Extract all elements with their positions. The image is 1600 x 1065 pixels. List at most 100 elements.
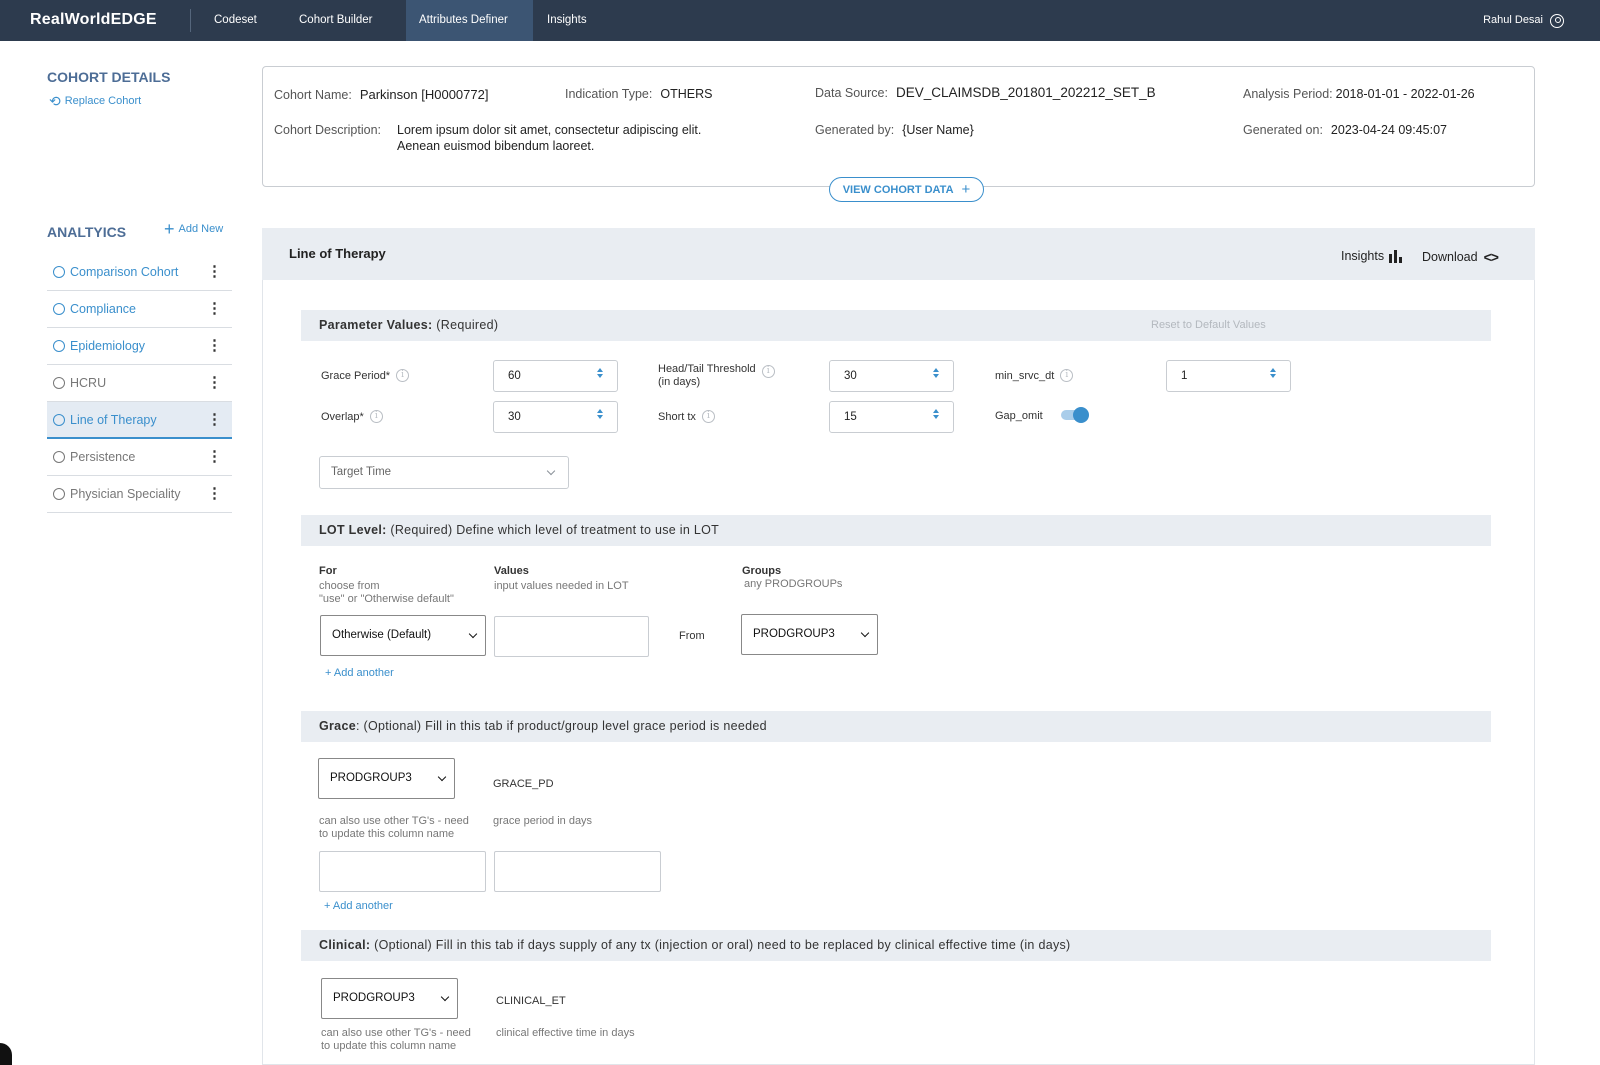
target-time-select[interactable]: Target Time: [319, 456, 569, 489]
for-select[interactable]: Otherwise (Default): [320, 615, 486, 656]
short-tx-label: Short tx i: [658, 410, 715, 423]
plus-icon: +: [164, 219, 175, 239]
data-source-value: DEV_CLAIMSDB_201801_202212_SET_B: [895, 85, 1156, 100]
kebab-menu-icon[interactable]: ⋮: [207, 264, 222, 279]
chevron-down-icon: [860, 628, 870, 638]
clinical-note-line2: to update this column name: [321, 1040, 457, 1052]
top-nav: RealWorldEDGE Codeset Cohort Builder Att…: [0, 0, 1600, 41]
min-srvc-dt-text: min_srvc_dt: [995, 369, 1055, 382]
analytics-title: ANALTYICS: [47, 224, 127, 240]
plus-icon: +: [961, 181, 971, 198]
gap-omit-text: Gap_omit: [995, 410, 1043, 422]
grace-period-input[interactable]: 60: [493, 360, 618, 392]
analytic-item-compliance[interactable]: Compliance ⋮: [47, 291, 232, 328]
toggle-knob[interactable]: [1073, 407, 1089, 423]
parameter-values-required: (Required): [432, 318, 499, 332]
info-icon[interactable]: i: [1060, 369, 1074, 382]
grace-pd-input[interactable]: [494, 851, 661, 892]
kebab-menu-icon[interactable]: ⋮: [207, 301, 222, 316]
data-source: Data Source: DEV_CLAIMSDB_201801_202212_S…: [815, 85, 1156, 100]
analytics-list: Comparison Cohort ⋮ Compliance ⋮ Epidemi…: [47, 254, 232, 513]
short-tx-text: Short tx: [658, 410, 696, 423]
head-tail-threshold-input[interactable]: 30: [829, 360, 954, 392]
head-tail-threshold-value: 30: [844, 370, 857, 382]
clinical-group-select[interactable]: PRODGROUP3: [321, 978, 458, 1019]
analytic-item-epidemiology[interactable]: Epidemiology ⋮: [47, 328, 232, 365]
values-label: Values: [494, 565, 529, 577]
analytic-label: HCRU: [70, 376, 107, 390]
insights-link[interactable]: Insights: [1341, 249, 1403, 263]
view-cohort-data-button[interactable]: VIEW COHORT DATA +: [829, 177, 984, 202]
grace-period-text: Grace Period*: [321, 369, 391, 382]
info-icon[interactable]: i: [761, 364, 775, 378]
analysis-period-label: Analysis Period:: [1243, 87, 1333, 101]
radio-circle-icon[interactable]: [53, 340, 65, 352]
radio-circle-icon[interactable]: [53, 303, 65, 315]
info-icon[interactable]: i: [396, 369, 410, 382]
grace-group-select[interactable]: PRODGROUP3: [318, 758, 455, 799]
radio-circle-icon[interactable]: [53, 413, 65, 426]
target-time-placeholder: Target Time: [331, 466, 392, 478]
gap-omit-label: Gap_omit: [995, 410, 1043, 422]
user-menu[interactable]: Rahul Desai: [1483, 0, 1564, 41]
replace-cohort-link[interactable]: ⟲ Replace Cohort: [49, 94, 141, 108]
user-account-icon[interactable]: [1550, 13, 1564, 28]
radio-circle-icon[interactable]: [53, 488, 65, 500]
for-label: For: [319, 565, 337, 577]
spinner-arrows-icon[interactable]: [597, 368, 603, 378]
analytic-label: Line of Therapy: [70, 412, 157, 427]
add-new-analytic-button[interactable]: + Add New: [164, 219, 224, 239]
groups-select[interactable]: PRODGROUP3: [741, 614, 878, 655]
clinical-note: can also use other TG's - need to update…: [321, 1027, 471, 1053]
for-sub-line2: "use" or "Otherwise default": [319, 593, 454, 605]
tab-insights[interactable]: Insights: [534, 0, 600, 41]
kebab-menu-icon[interactable]: ⋮: [207, 338, 222, 353]
spinner-arrows-icon[interactable]: [597, 409, 603, 419]
code-brackets-icon: <>: [1483, 249, 1499, 265]
analytic-item-hcru[interactable]: HCRU ⋮: [47, 365, 232, 402]
radio-circle-icon[interactable]: [53, 451, 65, 463]
overlap-input[interactable]: 30: [493, 401, 618, 433]
head-tail-threshold-text: Head/Tail Threshold (in days): [658, 363, 756, 389]
lot-values-input[interactable]: [494, 616, 649, 657]
analytic-item-physician-speciality[interactable]: Physician Speciality ⋮: [47, 476, 232, 513]
kebab-menu-icon[interactable]: ⋮: [207, 375, 222, 390]
analytic-item-persistence[interactable]: Persistence ⋮: [47, 439, 232, 476]
generated-on-value: 2023-04-24 09:45:07: [1330, 123, 1447, 137]
tab-cohort-builder[interactable]: Cohort Builder: [286, 0, 386, 41]
grace-period-value: 60: [508, 370, 521, 382]
kebab-menu-icon[interactable]: ⋮: [207, 449, 222, 464]
spinner-arrows-icon[interactable]: [933, 368, 939, 378]
clinical-group-select-value: PRODGROUP3: [333, 992, 415, 1004]
clinical-et-label: CLINICAL_ET: [496, 995, 566, 1007]
indication-type-label: Indication Type:: [565, 87, 653, 101]
radio-circle-icon[interactable]: [53, 377, 65, 389]
tab-codeset[interactable]: Codeset: [201, 0, 270, 41]
lot-add-another-link[interactable]: + Add another: [325, 667, 394, 679]
info-icon[interactable]: i: [701, 410, 715, 423]
grace-group-input[interactable]: [319, 851, 486, 892]
analytic-label: Physician Speciality: [70, 487, 181, 501]
radio-circle-icon[interactable]: [53, 266, 65, 278]
kebab-menu-icon[interactable]: ⋮: [207, 412, 222, 427]
grace-note: can also use other TG's - need to update…: [319, 815, 469, 841]
info-icon[interactable]: i: [369, 410, 383, 423]
analytic-item-comparison-cohort[interactable]: Comparison Cohort ⋮: [47, 254, 232, 291]
brand-logo[interactable]: RealWorldEDGE: [30, 11, 157, 29]
short-tx-input[interactable]: 15: [829, 401, 954, 433]
analytic-item-line-of-therapy[interactable]: Line of Therapy ⋮: [47, 402, 232, 439]
kebab-menu-icon[interactable]: ⋮: [207, 486, 222, 501]
clinical-description: (Optional) Fill in this tab if days supp…: [370, 938, 1071, 952]
grace-add-another-link[interactable]: + Add another: [324, 900, 393, 912]
cohort-description-value: Lorem ipsum dolor sit amet, consectetur …: [397, 123, 701, 154]
min-srvc-dt-input[interactable]: 1: [1166, 360, 1291, 392]
lot-level-description: (Required) Define which level of treatme…: [386, 523, 720, 537]
tab-attributes-definer[interactable]: Attributes Definer: [406, 0, 533, 41]
chevron-down-icon: [440, 992, 450, 1002]
reset-defaults-link[interactable]: Reset to Default Values: [1151, 319, 1266, 331]
gap-omit-toggle[interactable]: [1061, 407, 1091, 423]
add-new-label: Add New: [178, 223, 224, 235]
download-link[interactable]: Download <>: [1422, 249, 1499, 265]
spinner-arrows-icon[interactable]: [1270, 368, 1276, 378]
spinner-arrows-icon[interactable]: [933, 409, 939, 419]
